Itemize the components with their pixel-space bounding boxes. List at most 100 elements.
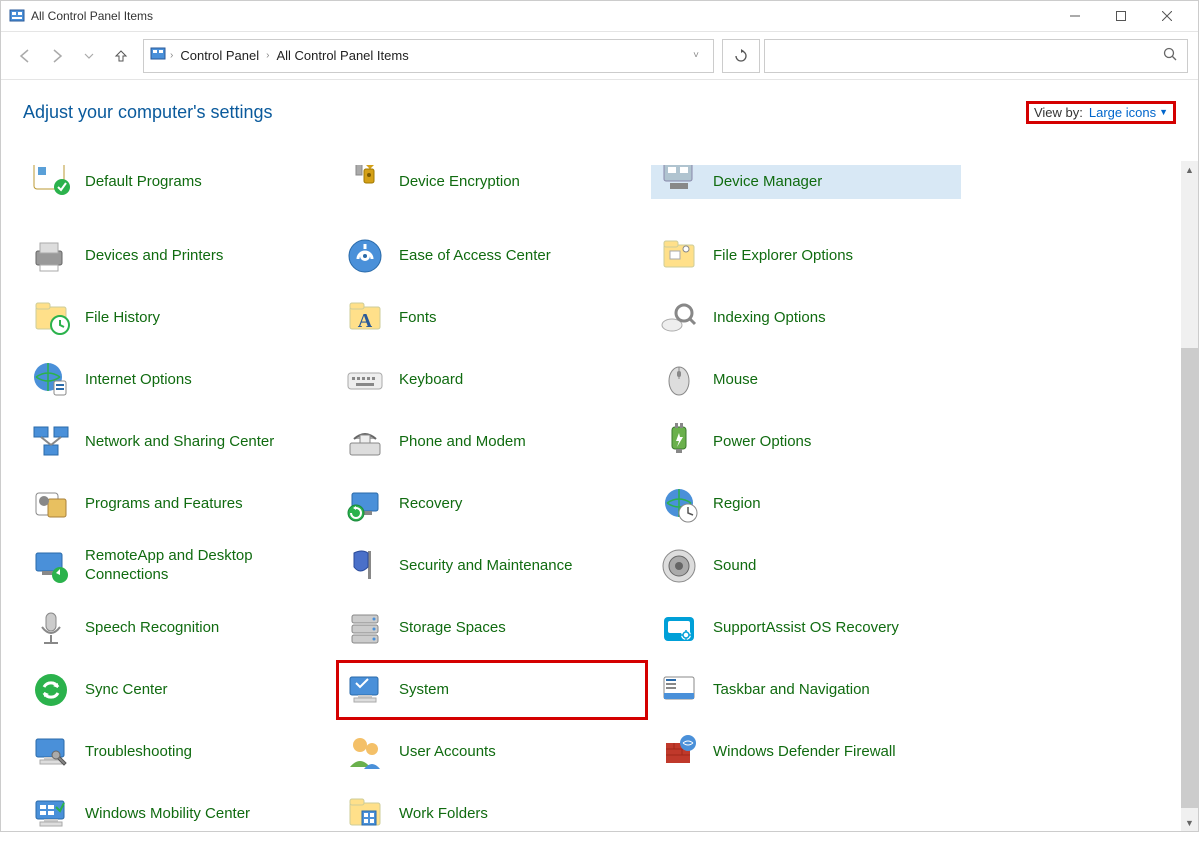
forward-button[interactable] [43, 42, 71, 70]
remoteapp-icon [29, 544, 73, 588]
breadcrumb-item[interactable]: All Control Panel Items [273, 46, 411, 65]
control-panel-item-region[interactable]: Region [651, 475, 961, 533]
item-label: Windows Mobility Center [85, 805, 250, 824]
item-label: File Explorer Options [713, 247, 853, 266]
item-label: Taskbar and Navigation [713, 681, 870, 700]
view-by-label: View by: [1034, 105, 1083, 120]
breadcrumb-item[interactable]: Control Panel [177, 46, 262, 65]
item-label: Device Encryption [399, 173, 520, 192]
phone-modem-icon [343, 420, 387, 464]
item-label: Troubleshooting [85, 743, 192, 762]
view-by-value[interactable]: Large icons ▼ [1089, 105, 1168, 120]
security-maintenance-icon [343, 544, 387, 588]
address-history-dropdown[interactable]: ˅ [685, 50, 707, 61]
chevron-right-icon[interactable]: › [170, 50, 173, 61]
item-label: Windows Defender Firewall [713, 743, 896, 762]
maximize-button[interactable] [1098, 1, 1144, 31]
control-panel-item-fonts[interactable]: AFonts [337, 289, 647, 347]
control-panel-item-power-options[interactable]: Power Options [651, 413, 961, 471]
file-history-icon [29, 296, 73, 340]
default-programs-icon [29, 165, 73, 191]
item-label: System [399, 681, 449, 700]
item-label: Programs and Features [85, 495, 243, 514]
control-panel-item-indexing-options[interactable]: Indexing Options [651, 289, 961, 347]
items-grid: Default Programs Device Encryption Device … [1, 161, 1181, 831]
control-panel-item-storage-spaces[interactable]: Storage Spaces [337, 599, 647, 657]
control-panel-item-troubleshooting[interactable]: Troubleshooting [23, 723, 333, 781]
chevron-right-icon[interactable]: › [266, 50, 269, 61]
control-panel-item-system[interactable]: System [337, 661, 647, 719]
control-panel-item-user-accounts[interactable]: User Accounts [337, 723, 647, 781]
control-panel-item-keyboard[interactable]: Keyboard [337, 351, 647, 409]
control-panel-item-ease-of-access[interactable]: Ease of Access Center [337, 227, 647, 285]
view-by-selector[interactable]: View by: Large icons ▼ [1026, 101, 1176, 124]
close-button[interactable] [1144, 1, 1190, 31]
control-panel-item-mobility-center[interactable]: Windows Mobility Center [23, 785, 333, 843]
control-panel-item-file-history[interactable]: File History [23, 289, 333, 347]
address-bar[interactable]: › Control Panel › All Control Panel Item… [143, 39, 714, 73]
control-panel-item-work-folders[interactable]: Work Folders [337, 785, 647, 843]
vertical-scrollbar[interactable]: ▲ ▼ [1181, 161, 1198, 831]
scroll-up-button[interactable]: ▲ [1181, 161, 1198, 178]
page-heading: Adjust your computer's settings [23, 102, 273, 123]
network-sharing-icon [29, 420, 73, 464]
scroll-down-button[interactable]: ▼ [1181, 814, 1198, 831]
power-options-icon [657, 420, 701, 464]
minimize-button[interactable] [1052, 1, 1098, 31]
control-panel-item-file-explorer-options[interactable]: File Explorer Options [651, 227, 961, 285]
item-label: Speech Recognition [85, 619, 219, 638]
header-row: Adjust your computer's settings View by:… [1, 80, 1198, 130]
control-panel-item-recovery[interactable]: Recovery [337, 475, 647, 533]
control-panel-item-device-encryption[interactable]: Device Encryption [337, 165, 647, 199]
recent-locations-button[interactable] [75, 42, 103, 70]
search-icon[interactable] [1163, 47, 1177, 64]
programs-features-icon [29, 482, 73, 526]
scroll-thumb[interactable] [1181, 348, 1198, 808]
refresh-button[interactable] [722, 39, 760, 73]
device-encryption-icon [343, 165, 387, 191]
internet-options-icon [29, 358, 73, 402]
scroll-track[interactable] [1181, 178, 1198, 814]
search-box[interactable] [764, 39, 1188, 73]
item-label: Power Options [713, 433, 811, 452]
item-label: Sync Center [85, 681, 168, 700]
control-panel-item-devices-printers[interactable]: Devices and Printers [23, 227, 333, 285]
control-panel-item-speech-recognition[interactable]: Speech Recognition [23, 599, 333, 657]
back-button[interactable] [11, 42, 39, 70]
sync-center-icon [29, 668, 73, 712]
control-panel-item-internet-options[interactable]: Internet Options [23, 351, 333, 409]
control-panel-breadcrumb-icon [150, 46, 166, 65]
control-panel-item-mouse[interactable]: Mouse [651, 351, 961, 409]
window-title: All Control Panel Items [31, 9, 1052, 23]
mobility-center-icon [29, 792, 73, 836]
window-controls [1052, 1, 1190, 31]
item-label: SupportAssist OS Recovery [713, 619, 899, 638]
control-panel-item-supportassist[interactable]: SupportAssist OS Recovery [651, 599, 961, 657]
control-panel-item-programs-features[interactable]: Programs and Features [23, 475, 333, 533]
item-label: Mouse [713, 371, 758, 390]
item-label: Indexing Options [713, 309, 826, 328]
control-panel-item-taskbar-navigation[interactable]: Taskbar and Navigation [651, 661, 961, 719]
item-label: Device Manager [713, 173, 822, 192]
mouse-icon [657, 358, 701, 402]
file-explorer-options-icon [657, 234, 701, 278]
control-panel-item-sync-center[interactable]: Sync Center [23, 661, 333, 719]
control-panel-item-phone-modem[interactable]: Phone and Modem [337, 413, 647, 471]
control-panel-item-remoteapp[interactable]: RemoteApp and Desktop Connections [23, 537, 333, 595]
control-panel-item-security-maintenance[interactable]: Security and Maintenance [337, 537, 647, 595]
system-icon [343, 668, 387, 712]
user-accounts-icon [343, 730, 387, 774]
work-folders-icon [343, 792, 387, 836]
control-panel-item-network-sharing[interactable]: Network and Sharing Center [23, 413, 333, 471]
keyboard-icon [343, 358, 387, 402]
region-icon [657, 482, 701, 526]
control-panel-item-default-programs[interactable]: Default Programs [23, 165, 333, 199]
up-button[interactable] [107, 42, 135, 70]
control-panel-item-windows-defender-firewall[interactable]: Windows Defender Firewall [651, 723, 961, 781]
taskbar-navigation-icon [657, 668, 701, 712]
control-panel-item-sound[interactable]: Sound [651, 537, 961, 595]
control-panel-item-device-manager[interactable]: Device Manager [651, 165, 961, 199]
content-wrapper: Default Programs Device Encryption Device … [1, 161, 1198, 831]
item-label: Ease of Access Center [399, 247, 551, 266]
item-label: User Accounts [399, 743, 496, 762]
